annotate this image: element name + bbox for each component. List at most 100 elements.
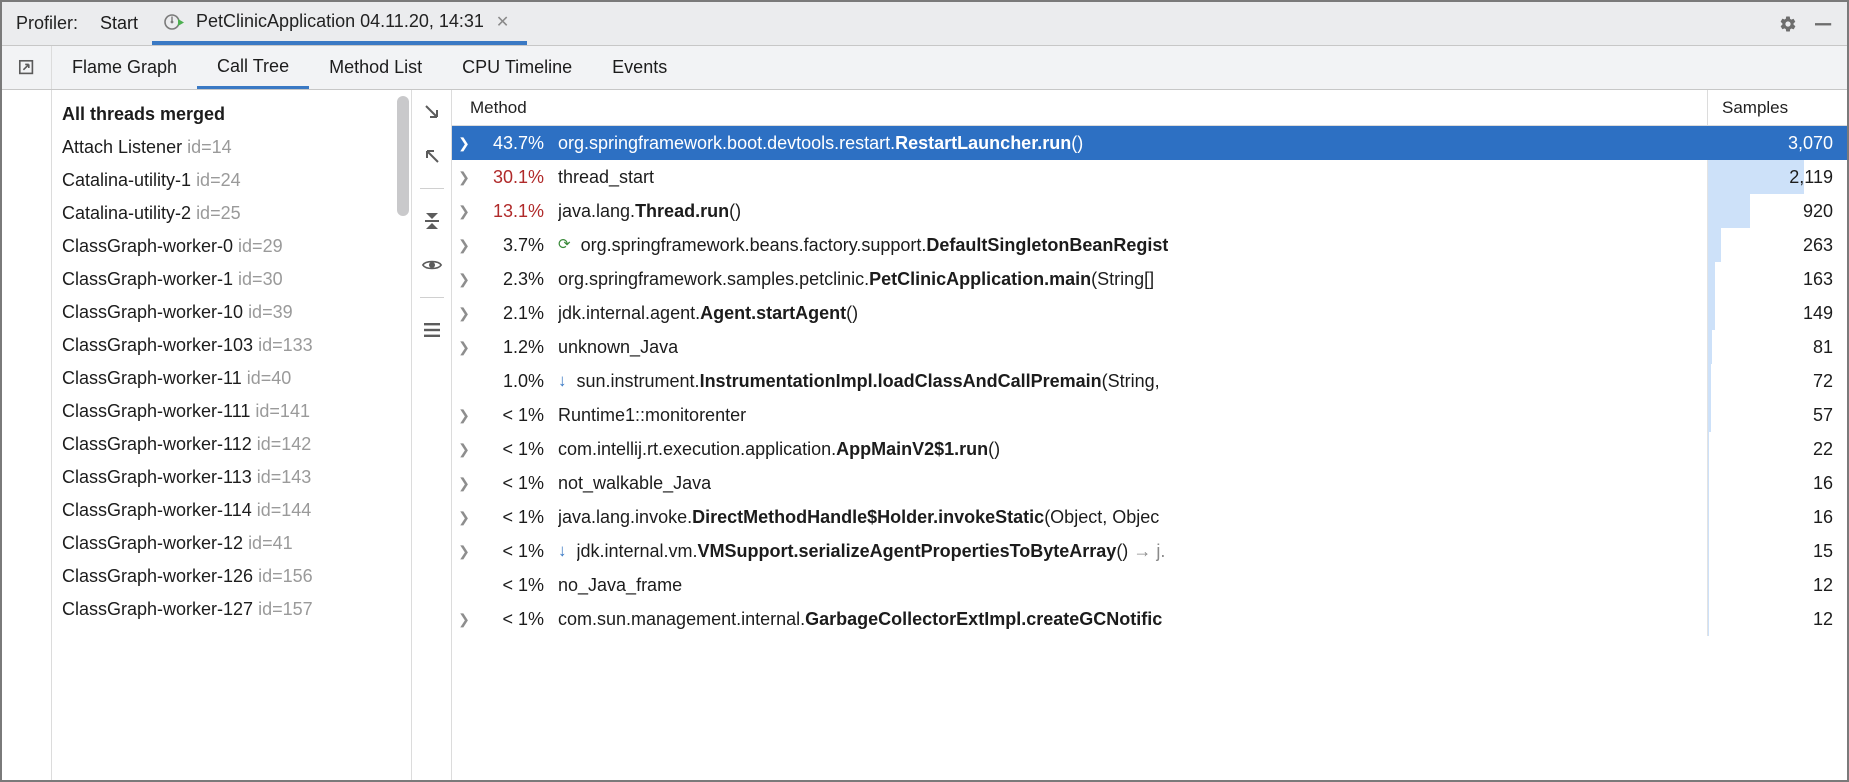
tool-column <box>412 90 452 780</box>
thread-row[interactable]: ClassGraph-worker-10 id=39 <box>62 296 411 329</box>
samples-value: 149 <box>1708 303 1847 324</box>
thread-name: ClassGraph-worker-1 <box>62 269 238 289</box>
samples-value: 16 <box>1708 473 1847 494</box>
thread-id: id=133 <box>258 335 313 355</box>
thread-row[interactable]: ClassGraph-worker-127 id=157 <box>62 593 411 626</box>
thread-id: id=41 <box>248 533 293 553</box>
method-cell: org.springframework.samples.petclinic.Pe… <box>554 269 1707 290</box>
method-cell: thread_start <box>554 167 1707 188</box>
call-tree-row[interactable]: ❯< 1%↓jdk.internal.vm.VMSupport.serializ… <box>452 534 1847 568</box>
thread-name: ClassGraph-worker-111 <box>62 401 255 421</box>
call-tree-row[interactable]: ❯< 1%not_walkable_Java 16 <box>452 466 1847 500</box>
expand-caret-icon[interactable]: ❯ <box>452 305 476 322</box>
arrow-down-right-icon[interactable] <box>420 100 444 124</box>
samples-cell: 149 <box>1707 296 1847 330</box>
samples-cell: 263 <box>1707 228 1847 262</box>
call-tree-row[interactable]: < 1%no_Java_frame12 <box>452 568 1847 602</box>
thread-row[interactable]: ClassGraph-worker-1 id=30 <box>62 263 411 296</box>
visibility-icon[interactable] <box>420 253 444 277</box>
method-text: not_walkable_Java <box>558 473 711 494</box>
samples-cell: 72 <box>1707 364 1847 398</box>
thread-row[interactable]: Attach Listener id=14 <box>62 131 411 164</box>
thread-row[interactable]: ClassGraph-worker-12 id=41 <box>62 527 411 560</box>
call-tree-row[interactable]: ❯30.1%thread_start2,119 <box>452 160 1847 194</box>
expand-caret-icon[interactable]: ❯ <box>452 441 476 458</box>
expand-caret-icon[interactable]: ❯ <box>452 271 476 288</box>
expand-icon[interactable] <box>2 46 52 89</box>
profiler-toolbar: Profiler: Start PetClinicApplication 04.… <box>2 2 1847 46</box>
call-tree-row[interactable]: ❯2.3%org.springframework.samples.petclin… <box>452 262 1847 296</box>
call-tree-row[interactable]: ❯1.2%unknown_Java81 <box>452 330 1847 364</box>
samples-cell: 81 <box>1707 330 1847 364</box>
method-text: org.springframework.boot.devtools.restar… <box>558 133 1083 154</box>
start-button[interactable]: Start <box>86 2 152 45</box>
percentage: 30.1% <box>476 167 554 188</box>
thread-row[interactable]: ClassGraph-worker-114 id=144 <box>62 494 411 527</box>
expand-caret-icon[interactable]: ❯ <box>452 475 476 492</box>
tab-method-list[interactable]: Method List <box>309 46 442 89</box>
method-cell: not_walkable_Java <box>554 473 1707 494</box>
method-text: java.lang.invoke.DirectMethodHandle$Hold… <box>558 507 1159 528</box>
percentage: < 1% <box>476 473 554 494</box>
call-tree-row[interactable]: ❯13.1%java.lang.Thread.run()920 <box>452 194 1847 228</box>
call-tree-row[interactable]: ❯< 1%Runtime1::monitorenter57 <box>452 398 1847 432</box>
tab-events[interactable]: Events <box>592 46 687 89</box>
thread-row[interactable]: ClassGraph-worker-11 id=40 <box>62 362 411 395</box>
column-samples[interactable]: Samples <box>1707 90 1847 125</box>
thread-id: id=143 <box>257 467 312 487</box>
call-tree-row[interactable]: ❯2.1%jdk.internal.agent.Agent.startAgent… <box>452 296 1847 330</box>
thread-row[interactable]: ClassGraph-worker-111 id=141 <box>62 395 411 428</box>
expand-caret-icon[interactable]: ❯ <box>452 203 476 220</box>
call-tree-row[interactable]: ❯43.7%org.springframework.boot.devtools.… <box>452 126 1847 160</box>
tab-cpu-timeline[interactable]: CPU Timeline <box>442 46 592 89</box>
samples-cell: 12 <box>1707 568 1847 602</box>
expand-caret-icon[interactable]: ❯ <box>452 407 476 424</box>
arrow-up-left-icon[interactable] <box>420 144 444 168</box>
thread-row[interactable]: ClassGraph-worker-113 id=143 <box>62 461 411 494</box>
minimize-icon[interactable] <box>1815 15 1833 33</box>
thread-name: ClassGraph-worker-10 <box>62 302 248 322</box>
percentage: < 1% <box>476 405 554 426</box>
expand-caret-icon[interactable]: ❯ <box>452 169 476 186</box>
thread-row[interactable]: ClassGraph-worker-103 id=133 <box>62 329 411 362</box>
thread-row[interactable]: ClassGraph-worker-126 id=156 <box>62 560 411 593</box>
thread-row[interactable]: Catalina-utility-1 id=24 <box>62 164 411 197</box>
settings-icon[interactable] <box>1779 15 1797 33</box>
method-text: com.intellij.rt.execution.application.Ap… <box>558 439 1000 460</box>
call-tree-row[interactable]: ❯< 1%com.sun.management.internal.Garbage… <box>452 602 1847 636</box>
method-text: Runtime1::monitorenter <box>558 405 746 426</box>
list-icon[interactable] <box>420 318 444 342</box>
expand-caret-icon[interactable]: ❯ <box>452 611 476 628</box>
method-cell: ↓sun.instrument.InstrumentationImpl.load… <box>554 371 1707 392</box>
samples-cell: 15 <box>1707 534 1847 568</box>
expand-caret-icon[interactable]: ❯ <box>452 135 476 152</box>
thread-row[interactable]: ClassGraph-worker-112 id=142 <box>62 428 411 461</box>
call-tree-row[interactable]: ❯< 1%java.lang.invoke.DirectMethodHandle… <box>452 500 1847 534</box>
method-text: thread_start <box>558 167 654 188</box>
column-method[interactable]: Method <box>452 98 1707 118</box>
scrollbar[interactable] <box>397 96 409 216</box>
samples-value: 16 <box>1708 507 1847 528</box>
percentage: 13.1% <box>476 201 554 222</box>
thread-id: id=157 <box>258 599 313 619</box>
call-tree-row[interactable]: 1.0%↓sun.instrument.InstrumentationImpl.… <box>452 364 1847 398</box>
expand-caret-icon[interactable]: ❯ <box>452 237 476 254</box>
collapse-icon[interactable] <box>420 209 444 233</box>
tab-call-tree[interactable]: Call Tree <box>197 46 309 89</box>
threads-header[interactable]: All threads merged <box>62 98 411 131</box>
call-tree-row[interactable]: ❯< 1%com.intellij.rt.execution.applicati… <box>452 432 1847 466</box>
tab-flame-graph[interactable]: Flame Graph <box>52 46 197 89</box>
expand-caret-icon[interactable]: ❯ <box>452 509 476 526</box>
samples-value: 15 <box>1708 541 1847 562</box>
percentage: < 1% <box>476 575 554 596</box>
method-cell: no_Java_frame <box>554 575 1707 596</box>
thread-row[interactable]: Catalina-utility-2 id=25 <box>62 197 411 230</box>
expand-caret-icon[interactable]: ❯ <box>452 543 476 560</box>
call-tree-row[interactable]: ❯3.7%⟳org.springframework.beans.factory.… <box>452 228 1847 262</box>
thread-row[interactable]: ClassGraph-worker-0 id=29 <box>62 230 411 263</box>
expand-caret-icon[interactable]: ❯ <box>452 339 476 356</box>
thread-name: Attach Listener <box>62 137 187 157</box>
close-icon[interactable]: ✕ <box>496 12 509 32</box>
session-tab[interactable]: PetClinicApplication 04.11.20, 14:31 ✕ <box>152 2 527 45</box>
method-cell: jdk.internal.agent.Agent.startAgent() <box>554 303 1707 324</box>
